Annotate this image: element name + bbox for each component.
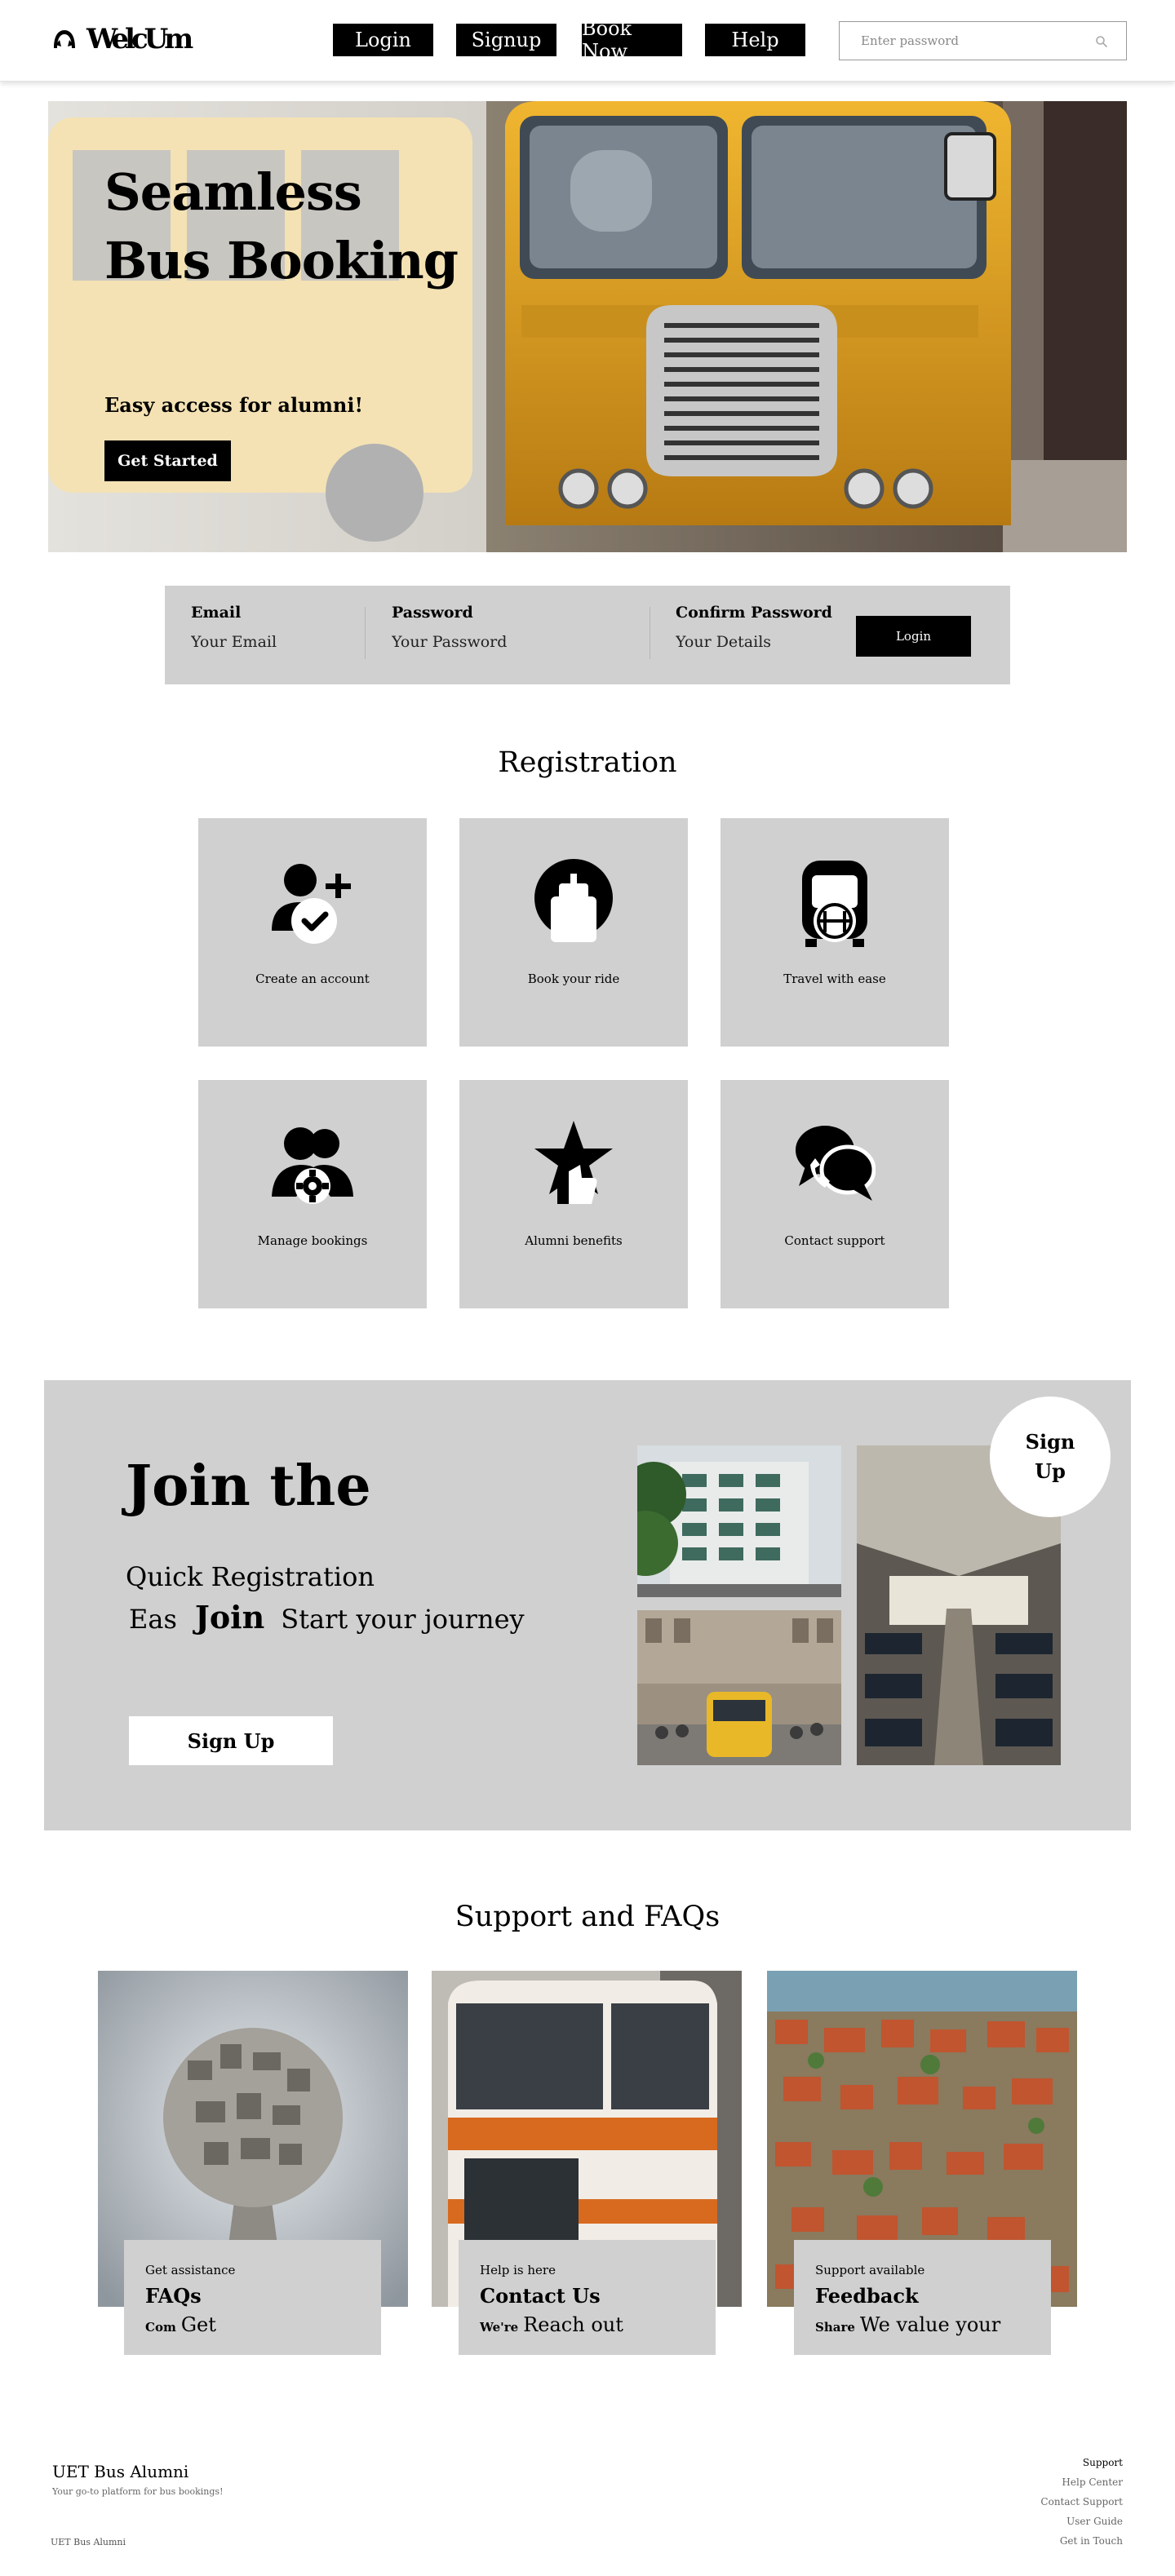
confirm-password-field-group: Confirm Password [676, 604, 839, 651]
tile-label: Travel with ease [783, 972, 886, 986]
tile-travel-ease[interactable]: Travel with ease [721, 818, 949, 1047]
password-input[interactable] [392, 633, 555, 651]
search-input[interactable] [840, 22, 1084, 60]
logo-icon [54, 30, 75, 48]
footer-link-get-in-touch[interactable]: Get in Touch [1040, 2535, 1123, 2555]
card-teaser: We're Reach out [480, 2313, 623, 2336]
card-teaser-part: Com [145, 2320, 176, 2335]
hero-subtitle: Easy access for alumni! [104, 393, 364, 417]
footer-link-contact-support[interactable]: Contact Support [1040, 2496, 1123, 2516]
tile-label: Contact support [784, 1233, 885, 1248]
login-button[interactable]: Login [856, 616, 971, 657]
tile-book-ride[interactable]: Book your ride [459, 818, 688, 1047]
join-tagline-part: Join [194, 1599, 265, 1635]
feedback-card[interactable]: Support available Feedback Share We value… [794, 2240, 1051, 2355]
footer-link-user-guide[interactable]: User Guide [1040, 2516, 1123, 2535]
bus-icon [802, 861, 867, 947]
card-title: FAQs [145, 2284, 202, 2308]
star-thumb-icon [534, 1121, 613, 1204]
join-title: Join the [126, 1454, 371, 1519]
join-quick-registration: Quick Registration [126, 1561, 375, 1592]
hero-banner: Seamless Bus Booking Easy access for alu… [48, 101, 1127, 552]
site-logo[interactable]: WelcUm [52, 21, 193, 57]
nav-signup-button[interactable]: Signup [456, 24, 556, 56]
join-sign-up-button[interactable]: Sign Up [129, 1716, 333, 1765]
card-kicker: Support available [815, 2263, 925, 2277]
card-kicker: Get assistance [145, 2263, 236, 2277]
tile-create-account[interactable]: Create an account [198, 818, 427, 1047]
quick-login-form: Email Password Confirm Password Login [165, 586, 1010, 684]
email-input[interactable] [191, 633, 354, 651]
contact-card[interactable]: Help is here Contact Us We're Reach out [459, 2240, 716, 2355]
hero-title: Seamless Bus Booking [104, 162, 459, 290]
card-kicker: Help is here [480, 2263, 556, 2277]
footer-copyright: UET Bus Alumni [51, 2537, 126, 2547]
email-label: Email [191, 604, 242, 622]
yellow-bus-street-image [637, 1610, 841, 1765]
confirm-password-input[interactable] [676, 633, 839, 651]
footer-links-heading: Support [1082, 2457, 1123, 2468]
join-sign-up-badge[interactable]: Sign Up [990, 1396, 1111, 1517]
search-box [839, 21, 1127, 60]
footer-link-help-center[interactable]: Help Center [1040, 2476, 1123, 2496]
badge-text: Sign [1025, 1430, 1075, 1454]
card-teaser: Share We value your [815, 2313, 1000, 2336]
tile-label: Manage bookings [257, 1233, 368, 1248]
tile-label: Book your ride [527, 972, 620, 986]
field-divider [365, 607, 366, 659]
registration-title: Registration [498, 746, 677, 779]
confirm-password-label: Confirm Password [676, 604, 832, 622]
join-tagline: Eas Join Start your journey [129, 1599, 525, 1635]
chat-phone-icon [796, 1126, 876, 1201]
faq-card[interactable]: Get assistance FAQs Com Get [124, 2240, 381, 2355]
tile-alumni-benefits[interactable]: Alumni benefits [459, 1080, 688, 1308]
nav-help-button[interactable]: Help [705, 24, 805, 56]
footer-brand: UET Bus Alumni [52, 2462, 189, 2481]
card-teaser-part: Share [815, 2320, 855, 2335]
join-tagline-part: Eas [129, 1604, 177, 1635]
card-teaser: Com Get [145, 2313, 216, 2336]
search-icon[interactable] [1095, 35, 1108, 48]
logo-text: WelcUm [86, 23, 193, 55]
card-teaser-part: Get [180, 2313, 216, 2336]
user-add-icon [272, 864, 351, 944]
footer-support-links: Support Help Center Contact Support User… [1040, 2457, 1123, 2555]
card-teaser-part: We value your [859, 2313, 1001, 2336]
password-label: Password [392, 604, 473, 622]
card-teaser-part: We're [480, 2320, 519, 2335]
booking-icon [534, 859, 613, 942]
tile-contact-support[interactable]: Contact support [721, 1080, 949, 1308]
tile-label: Create an account [255, 972, 370, 986]
badge-text: Up [1035, 1459, 1066, 1483]
group-settings-icon [272, 1127, 353, 1204]
get-started-button[interactable]: Get Started [104, 440, 231, 481]
join-tagline-part: Start your journey [281, 1604, 525, 1635]
campus-building-image [637, 1445, 841, 1597]
email-field-group: Email [191, 604, 354, 651]
password-field-group: Password [392, 604, 555, 651]
tile-label: Alumni benefits [525, 1233, 623, 1248]
card-title: Feedback [815, 2284, 919, 2308]
nav-login-button[interactable]: Login [333, 24, 433, 56]
join-section: Join the Quick Registration Eas Join Start… [44, 1380, 1131, 1830]
tile-manage-bookings[interactable]: Manage bookings [198, 1080, 427, 1308]
support-title: Support and FAQs [454, 1901, 721, 1933]
nav-book-now-button[interactable]: Book Now [582, 17, 682, 63]
footer-tagline: Your go-to platform for bus bookings! [52, 2486, 224, 2497]
card-title: Contact Us [480, 2284, 601, 2308]
card-teaser-part: Reach out [523, 2313, 623, 2336]
site-header: WelcUm Login Signup Book Now Help [0, 0, 1175, 82]
